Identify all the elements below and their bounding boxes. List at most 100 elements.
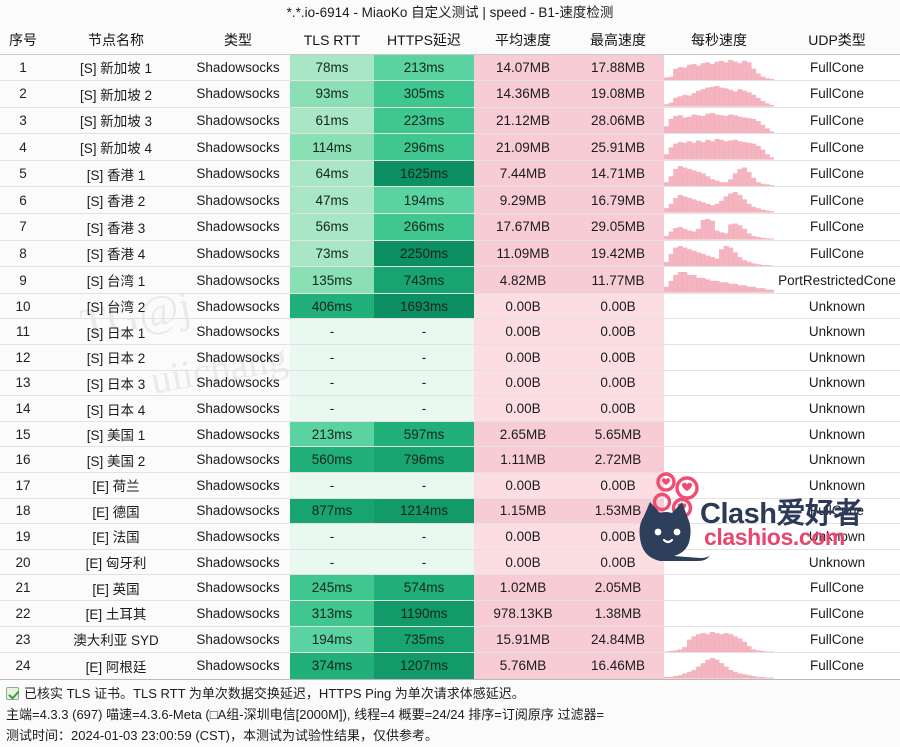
column-header-https[interactable]: HTTPS延迟 bbox=[374, 26, 474, 55]
cell-https-latency: 597ms bbox=[374, 421, 474, 447]
cell-per-second-sparkline bbox=[664, 395, 774, 422]
cell-avg-speed: 978.13KB bbox=[474, 600, 572, 627]
cell-avg-speed: 0.00B bbox=[474, 293, 572, 319]
cell-udp-type: Unknown bbox=[774, 293, 900, 319]
cell-index: 2 bbox=[19, 86, 27, 102]
cell-node-name: [S] 美国 2 bbox=[86, 453, 146, 469]
table-row[interactable]: 17 [E] 荷兰 Shadowsocks - -0.00B 0.00B Unknown bbox=[0, 472, 900, 499]
table-row[interactable]: 11 [S] 日本 1 Shadowsocks - -0.00B 0.00B Unknown bbox=[0, 318, 900, 345]
table-row[interactable]: 22 [E] 土耳其 Shadowsocks 313ms 1190ms 978.13KB 1… bbox=[0, 600, 900, 627]
cell-index: 22 bbox=[15, 605, 31, 621]
cell-node-type: Shadowsocks bbox=[196, 59, 280, 75]
table-row[interactable]: 21 [E] 英国 Shadowsocks 245ms 574ms 1.02MB 2.05M… bbox=[0, 574, 900, 601]
cell-avg-speed: 0.00B bbox=[474, 344, 572, 371]
cell-node-name: [S] 日本 2 bbox=[86, 351, 146, 367]
table-row[interactable]: 4 [S] 新加坡 4 Shadowsocks 114ms 296ms 21.09MB 25… bbox=[0, 133, 900, 161]
table-row[interactable]: 7 [S] 香港 3 Shadowsocks 56ms 266ms 17.67MB 29.0… bbox=[0, 213, 900, 241]
cell-node-type: Shadowsocks bbox=[196, 401, 280, 417]
cell-node-type: Shadowsocks bbox=[196, 192, 280, 208]
table-row[interactable]: 24 [E] 阿根廷 Shadowsocks 374ms 1207ms 5.76MB 16.… bbox=[0, 652, 900, 680]
table-row[interactable]: 18 [E] 德国 Shadowsocks 877ms 1214ms 1.15MB 1.53… bbox=[0, 498, 900, 524]
cell-tls-rtt: 245ms bbox=[290, 574, 374, 601]
table-row[interactable]: 2 [S] 新加坡 2 Shadowsocks 93ms 305ms 14.36MB 19.… bbox=[0, 80, 900, 108]
cell-max-speed: 0.00B bbox=[572, 472, 664, 499]
table-row[interactable]: 1 [S] 新加坡 1 Shadowsocks 78ms 213ms 14.07MB 17.… bbox=[0, 54, 900, 81]
column-header-per-second[interactable]: 每秒速度 bbox=[664, 26, 774, 55]
cell-udp-type: FullCone bbox=[774, 240, 900, 267]
cell-https-latency: 1190ms bbox=[374, 600, 474, 627]
table-row[interactable]: 8 [S] 香港 4 Shadowsocks 73ms 2250ms 11.09MB 19.… bbox=[0, 240, 900, 267]
cell-index: 21 bbox=[15, 580, 31, 596]
cell-node-name: [E] 阿根廷 bbox=[85, 659, 147, 675]
column-header-name[interactable]: 节点名称 bbox=[46, 26, 186, 55]
cell-per-second-sparkline bbox=[664, 446, 774, 473]
cell-max-speed: 29.05MB bbox=[572, 213, 664, 241]
cell-node-type: Shadowsocks bbox=[196, 166, 280, 182]
cell-node-name: [S] 新加坡 4 bbox=[79, 141, 152, 157]
table-row[interactable]: 3 [S] 新加坡 3 Shadowsocks 61ms 223ms 21.12MB 28.… bbox=[0, 107, 900, 134]
cell-node-type: Shadowsocks bbox=[196, 219, 280, 235]
cell-index: 9 bbox=[19, 272, 27, 288]
cell-per-second-sparkline bbox=[664, 54, 774, 81]
table-row[interactable]: 6 [S] 香港 2 Shadowsocks 47ms 194ms 9.29MB 16.79… bbox=[0, 186, 900, 214]
cell-avg-speed: 0.00B bbox=[474, 395, 572, 422]
column-header-index[interactable]: 序号 bbox=[0, 26, 46, 55]
column-header-tls-rtt[interactable]: TLS RTT bbox=[290, 26, 374, 55]
results-table-wrapper: 序号 节点名称 类型 TLS RTT HTTPS延迟 平均速度 最高速度 每秒速… bbox=[0, 26, 900, 680]
cell-node-type: Shadowsocks bbox=[196, 605, 280, 621]
cell-node-name: [S] 日本 1 bbox=[86, 325, 146, 341]
verified-check-icon bbox=[6, 686, 19, 700]
footer-timestamp-text: 测试时间：2024-01-03 23:00:59 (CST)，本测试为试验性结果… bbox=[6, 727, 438, 743]
cell-max-speed: 0.00B bbox=[572, 344, 664, 371]
cell-udp-type: FullCone bbox=[774, 626, 900, 653]
cell-per-second-sparkline bbox=[664, 370, 774, 396]
cell-per-second-sparkline bbox=[664, 472, 774, 499]
table-row[interactable]: 16 [S] 美国 2 Shadowsocks 560ms 796ms 1.11MB 2.7… bbox=[0, 446, 900, 473]
cell-max-speed: 19.42MB bbox=[572, 240, 664, 267]
table-row[interactable]: 10 [S] 台湾 2 Shadowsocks 406ms 1693ms 0.00B 0.0… bbox=[0, 293, 900, 319]
cell-tls-rtt: 194ms bbox=[290, 626, 374, 653]
cell-per-second-sparkline bbox=[664, 421, 774, 447]
cell-tls-rtt: - bbox=[290, 344, 374, 371]
cell-index: 17 bbox=[15, 477, 31, 493]
cell-tls-rtt: 114ms bbox=[290, 133, 374, 161]
column-header-type[interactable]: 类型 bbox=[186, 26, 290, 55]
table-row[interactable]: 19 [E] 法国 Shadowsocks - -0.00B 0.00B Unknown bbox=[0, 523, 900, 550]
cell-udp-type: Unknown bbox=[774, 472, 900, 499]
cell-node-type: Shadowsocks bbox=[196, 503, 280, 519]
cell-udp-type: FullCone bbox=[774, 600, 900, 627]
table-row[interactable]: 20 [E] 匈牙利 Shadowsocks - -0.00B 0.00B Unknown bbox=[0, 549, 900, 575]
column-header-udp-type[interactable]: UDP类型 bbox=[774, 26, 900, 55]
column-header-avg-speed[interactable]: 平均速度 bbox=[474, 26, 572, 55]
cell-max-speed: 16.79MB bbox=[572, 186, 664, 214]
footer-note-line: 已核实 TLS 证书。TLS RTT 为单次数据交换延迟，HTTPS Ping … bbox=[6, 683, 894, 704]
cell-https-latency: 796ms bbox=[374, 446, 474, 473]
cell-node-name: 澳大利亚 SYD bbox=[73, 633, 159, 649]
column-header-max-speed[interactable]: 最高速度 bbox=[572, 26, 664, 55]
cell-https-latency: - bbox=[374, 472, 474, 499]
table-row[interactable]: 12 [S] 日本 2 Shadowsocks - -0.00B 0.00B Unknown bbox=[0, 344, 900, 371]
cell-max-speed: 0.00B bbox=[572, 318, 664, 345]
table-row[interactable]: 14 [S] 日本 4 Shadowsocks - -0.00B 0.00B Unknown bbox=[0, 395, 900, 422]
table-row[interactable]: 23 澳大利亚 SYD Shadowsocks 194ms 735ms 15.91MB 24… bbox=[0, 626, 900, 653]
cell-max-speed: 0.00B bbox=[572, 523, 664, 550]
cell-index: 12 bbox=[15, 349, 31, 365]
cell-index: 3 bbox=[19, 112, 27, 128]
table-row[interactable]: 9 [S] 台湾 1 Shadowsocks 135ms 743ms 4.82MB 11.7… bbox=[0, 266, 900, 294]
table-row[interactable]: 5 [S] 香港 1 Shadowsocks 64ms 1625ms 7.44MB 14.7… bbox=[0, 160, 900, 187]
cell-max-speed: 16.46MB bbox=[572, 652, 664, 680]
cell-udp-type: FullCone bbox=[774, 652, 900, 680]
cell-node-name: [S] 香港 3 bbox=[86, 220, 146, 236]
cell-tls-rtt: 64ms bbox=[290, 160, 374, 187]
cell-node-type: Shadowsocks bbox=[196, 631, 280, 647]
table-row[interactable]: 13 [S] 日本 3 Shadowsocks - -0.00B 0.00B Unknown bbox=[0, 370, 900, 396]
cell-https-latency: 305ms bbox=[374, 80, 474, 108]
cell-udp-type: FullCone bbox=[774, 574, 900, 601]
speedtest-results-table: 序号 节点名称 类型 TLS RTT HTTPS延迟 平均速度 最高速度 每秒速… bbox=[0, 26, 900, 680]
cell-https-latency: - bbox=[374, 523, 474, 550]
cell-https-latency: 1207ms bbox=[374, 652, 474, 680]
cell-udp-type: Unknown bbox=[774, 523, 900, 550]
table-row[interactable]: 15 [S] 美国 1 Shadowsocks 213ms 597ms 2.65MB 5.6… bbox=[0, 421, 900, 447]
cell-node-type: Shadowsocks bbox=[196, 554, 280, 570]
cell-node-type: Shadowsocks bbox=[196, 245, 280, 261]
